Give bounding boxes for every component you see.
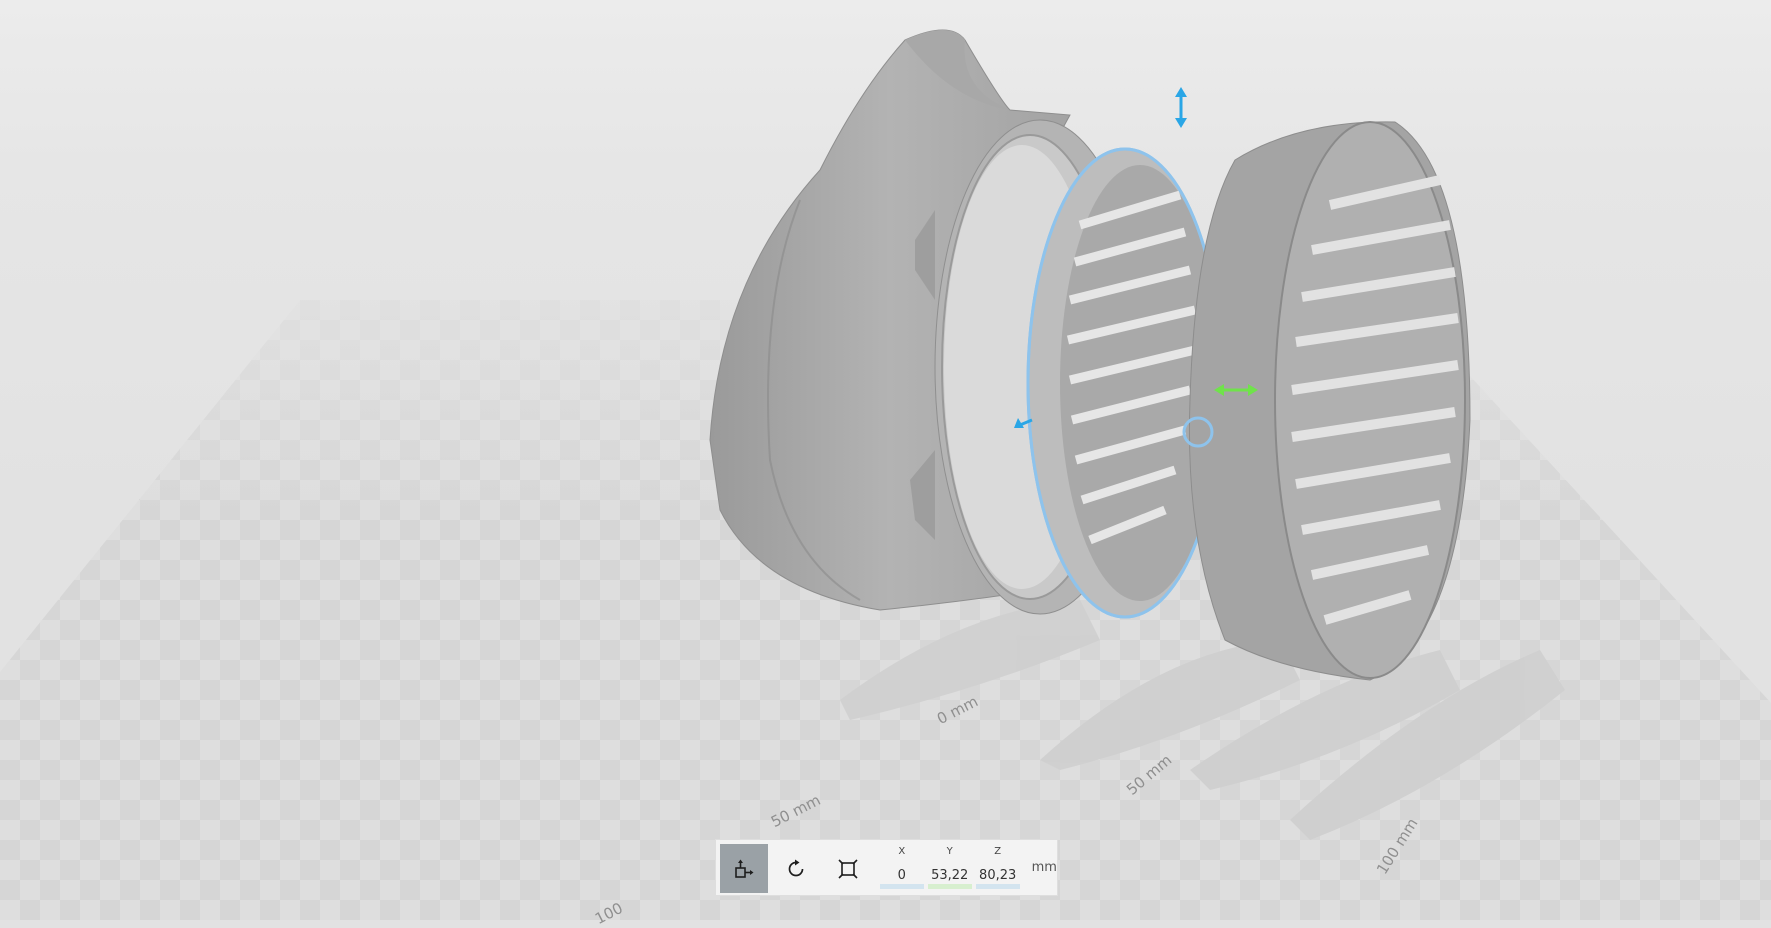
move-icon xyxy=(735,859,754,878)
scale-tool-button[interactable] xyxy=(824,844,872,893)
z-indicator xyxy=(975,884,1020,889)
y-coordinate: Y xyxy=(923,840,976,895)
move-tool-button[interactable] xyxy=(720,844,768,893)
unit-label: mm xyxy=(1031,860,1057,875)
x-input[interactable] xyxy=(875,864,928,886)
scene-canvas[interactable] xyxy=(0,0,1771,920)
z-label: Z xyxy=(994,846,1002,857)
z-coordinate: Z xyxy=(971,840,1024,895)
rotate-tool-button[interactable] xyxy=(772,844,820,893)
3d-viewport[interactable]: 0 mm 50 mm 100 mm 50 mm 100 xyxy=(0,0,1771,928)
x-coordinate: X xyxy=(875,840,928,895)
x-indicator xyxy=(879,884,924,889)
outer-grille-part[interactable] xyxy=(1182,121,1471,681)
scale-icon xyxy=(838,858,858,879)
y-label: Y xyxy=(946,846,953,857)
y-indicator xyxy=(927,884,972,889)
rotate-icon xyxy=(788,859,804,876)
z-input[interactable] xyxy=(971,864,1024,886)
y-input[interactable] xyxy=(923,864,976,886)
x-label: X xyxy=(898,846,906,857)
transform-toolbar: X Y Z mm xyxy=(715,839,1058,896)
